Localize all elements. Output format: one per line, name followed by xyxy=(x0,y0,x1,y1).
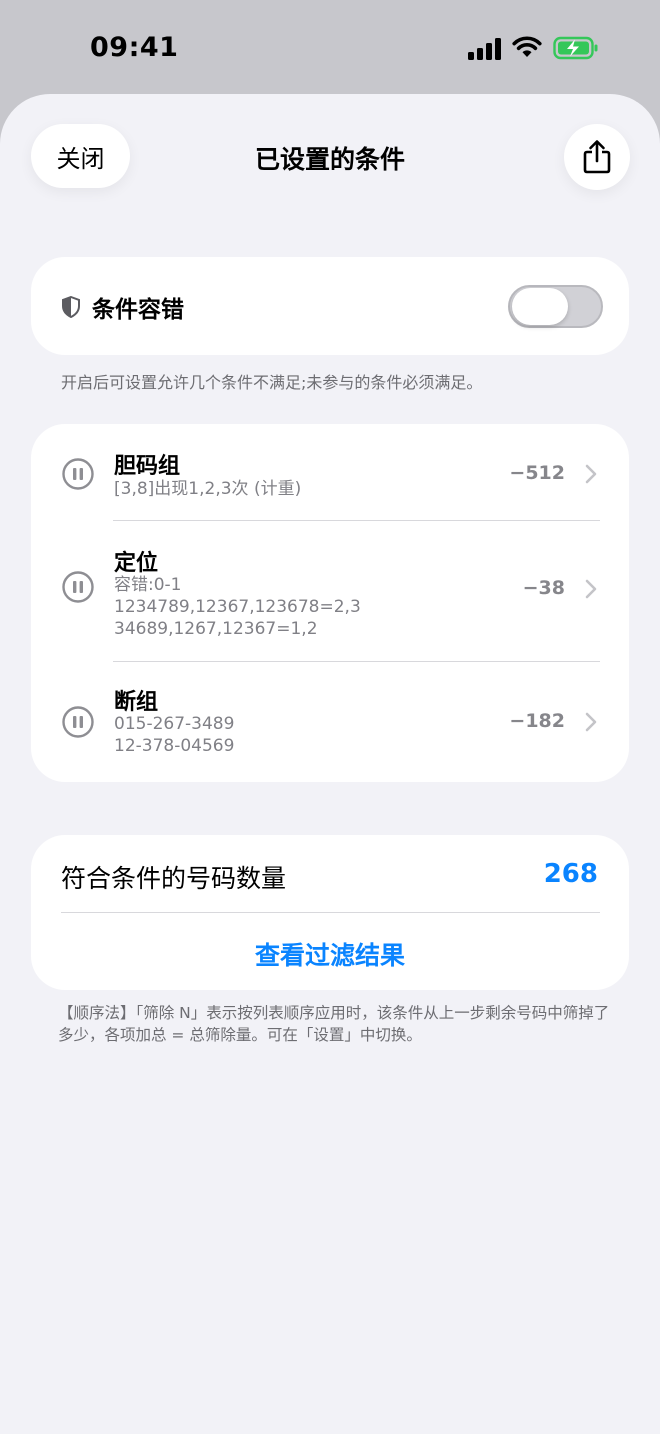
condition-detail: 12-378-04569 xyxy=(114,736,235,756)
status-bar: 09:41 xyxy=(0,0,660,94)
pause-icon[interactable] xyxy=(62,571,94,603)
share-button[interactable] xyxy=(564,124,630,190)
matching-count-label: 符合条件的号码数量 xyxy=(61,864,287,893)
status-time: 09:41 xyxy=(90,32,179,63)
tolerance-note: 开启后可设置允许几个条件不满足;未参与的条件必须满足。 xyxy=(61,373,483,392)
conditions-list: 胆码组 [3,8]出现1,2,3次 (计重) −512 定位 容错:0-1 12… xyxy=(31,424,629,782)
condition-filtered-count: −182 xyxy=(509,710,565,732)
condition-detail: 1234789,12367,123678=2,3 xyxy=(114,597,361,617)
tolerance-toggle[interactable] xyxy=(508,285,603,328)
condition-filtered-count: −38 xyxy=(522,577,565,599)
battery-charging-icon xyxy=(553,36,598,60)
chevron-right-icon xyxy=(585,464,597,484)
chevron-right-icon xyxy=(585,579,597,599)
wifi-icon xyxy=(512,36,542,57)
chevron-right-icon xyxy=(585,712,597,732)
condition-row-danmazu[interactable]: 胆码组 [3,8]出现1,2,3次 (计重) −512 xyxy=(31,424,629,520)
condition-detail: 015-267-3489 xyxy=(114,714,235,734)
divider xyxy=(61,912,600,913)
toggle-knob xyxy=(512,288,568,325)
condition-title: 定位 xyxy=(114,551,159,576)
conditions-sheet: 关闭 已设置的条件 条件容错 开启后可设置允许几个条件不满足;未参与的条件必须满… xyxy=(0,94,660,1434)
pause-icon[interactable] xyxy=(62,458,94,490)
condition-detail: 34689,1267,12367=1,2 xyxy=(114,619,318,639)
page-title: 已设置的条件 xyxy=(254,145,405,174)
matching-count-value: 268 xyxy=(543,859,598,889)
cellular-signal-icon xyxy=(468,38,502,60)
pause-icon[interactable] xyxy=(62,706,94,738)
view-results-button[interactable]: 查看过滤结果 xyxy=(31,936,629,972)
condition-detail: 容错:0-1 xyxy=(114,575,182,595)
result-card: 符合条件的号码数量 268 查看过滤结果 xyxy=(31,835,629,990)
condition-filtered-count: −512 xyxy=(509,462,565,484)
condition-title: 胆码组 xyxy=(114,454,181,479)
share-icon xyxy=(583,140,611,174)
tolerance-label: 条件容错 xyxy=(92,297,184,323)
condition-row-dingwei[interactable]: 定位 容错:0-1 1234789,12367,123678=2,3 34689… xyxy=(31,521,629,661)
footnote: 【顺序法】「筛除 N」表示按列表顺序应用时，该条件从上一步剩余号码中筛掉了多少，… xyxy=(58,1004,610,1044)
condition-row-duanzu[interactable]: 断组 015-267-3489 12-378-04569 −182 xyxy=(31,662,629,782)
condition-title: 断组 xyxy=(114,690,159,715)
condition-detail: [3,8]出现1,2,3次 (计重) xyxy=(114,479,302,499)
tolerance-card: 条件容错 xyxy=(31,257,629,355)
shield-icon xyxy=(62,296,80,318)
